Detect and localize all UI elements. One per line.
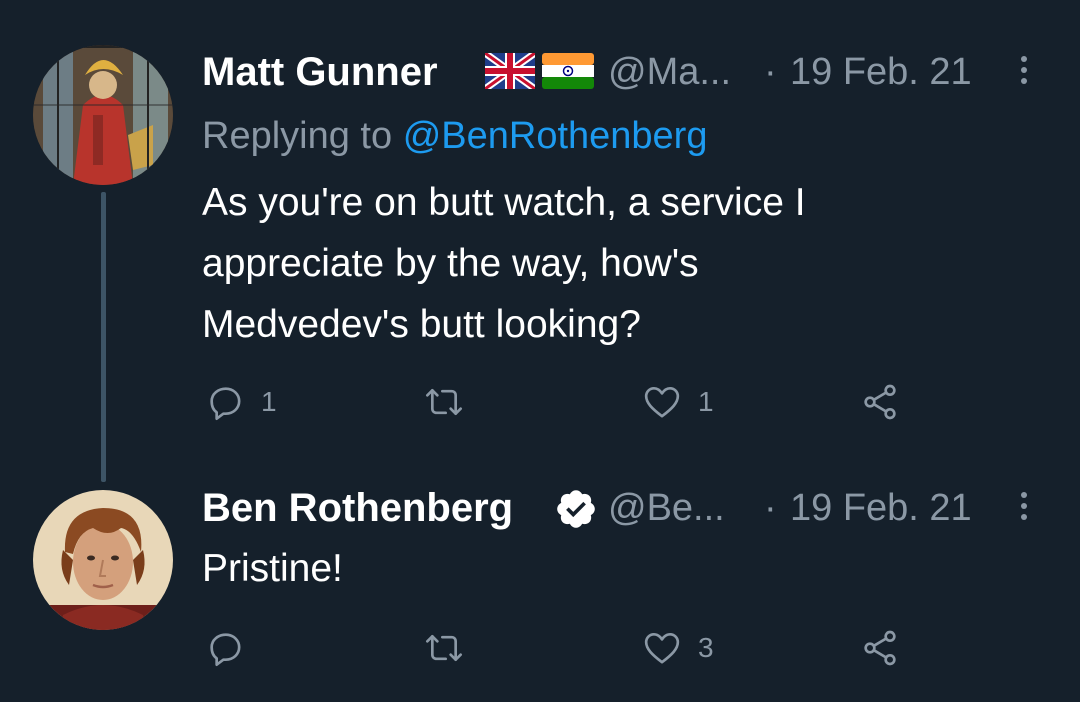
tweet-text-line: Pristine!	[202, 547, 343, 590]
tweet-actions: 3	[202, 623, 1052, 673]
share-button[interactable]	[860, 623, 900, 673]
tweet-text: As you're on butt watch, a service I app…	[202, 172, 806, 355]
reply-button[interactable]: 1	[205, 377, 277, 427]
like-button[interactable]: 1	[642, 377, 714, 427]
author-name[interactable]: Matt Gunner	[202, 42, 438, 102]
avatar[interactable]	[33, 490, 173, 630]
tweet-actions: 1 1	[202, 377, 1052, 427]
stained-glass-avatar	[33, 45, 173, 185]
like-count: 1	[698, 386, 714, 417]
thread-connector-line	[101, 192, 106, 482]
uk-flag-icon	[482, 50, 538, 94]
like-count: 3	[698, 632, 714, 663]
tweet-text-line: Medvedev's butt looking?	[202, 303, 641, 346]
author-name[interactable]: Ben Rothenberg	[202, 478, 513, 538]
replying-prefix: Replying to	[202, 115, 393, 157]
share-icon	[864, 384, 896, 420]
more-options-icon[interactable]	[1012, 52, 1036, 92]
retweet-button[interactable]	[424, 377, 480, 427]
tweet-header: Matt Gunner @Ma... · 19 Feb. 21	[202, 42, 1052, 102]
author-handle[interactable]: @Ma...	[608, 42, 731, 102]
tweet[interactable]: Matt Gunner @Ma... · 19 Feb. 21 Replying…	[202, 42, 1052, 442]
reply-icon	[210, 387, 241, 420]
share-icon	[864, 630, 896, 666]
meta-separator: ·	[764, 51, 777, 93]
avatar[interactable]	[33, 45, 173, 185]
reply-count: 1	[261, 386, 277, 417]
retweet-icon	[426, 635, 462, 661]
share-button[interactable]	[860, 377, 900, 427]
replying-to-mention[interactable]: @BenRothenberg	[403, 115, 708, 157]
retweet-icon	[426, 389, 462, 415]
heart-icon	[644, 633, 680, 664]
heart-icon	[644, 387, 680, 418]
more-options-icon[interactable]	[1012, 488, 1036, 528]
tweet-text: Pristine!	[202, 538, 343, 599]
author-handle[interactable]: @Be...	[608, 478, 725, 538]
like-button[interactable]: 3	[642, 623, 714, 673]
replying-to-line: Replying to @BenRothenberg	[202, 108, 707, 164]
reply-icon	[210, 633, 241, 666]
person-photo-avatar	[33, 490, 173, 630]
tweet[interactable]: Ben Rothenberg @Be... · 19 Feb. 21 Prist…	[202, 478, 1052, 678]
retweet-button[interactable]	[424, 623, 480, 673]
verified-badge-icon	[554, 487, 598, 536]
tweet-text-line: appreciate by the way, how's	[202, 242, 699, 285]
tweet-header: Ben Rothenberg @Be... · 19 Feb. 21	[202, 478, 1052, 538]
india-flag-icon	[542, 53, 594, 94]
tweet-date[interactable]: 19 Feb. 21	[790, 478, 972, 538]
tweet-date[interactable]: 19 Feb. 21	[790, 42, 972, 102]
tweet-text-line: As you're on butt watch, a service I	[202, 181, 806, 224]
reply-button[interactable]	[205, 623, 261, 673]
meta-separator: ·	[764, 487, 777, 529]
